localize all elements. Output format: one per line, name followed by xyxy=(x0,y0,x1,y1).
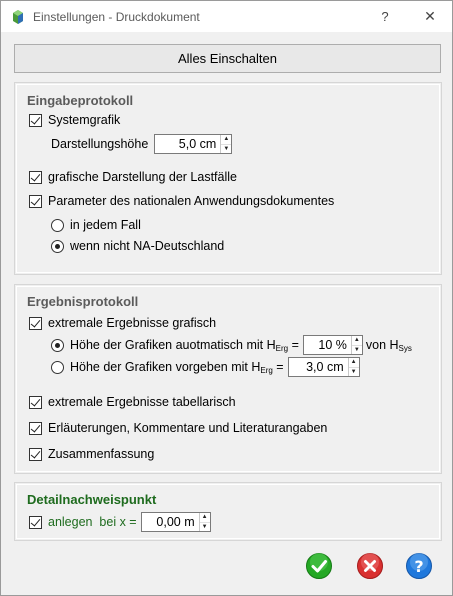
summary-option[interactable]: Zusammenfassung xyxy=(29,445,154,463)
help-button[interactable]: ? xyxy=(405,552,433,580)
fixed-height-value[interactable]: 3,0 cm xyxy=(289,358,348,376)
radio-not-na-de[interactable] xyxy=(51,239,64,253)
radio-fixed-height-label: Höhe der Grafiken vorgeben mit HErg = xyxy=(70,359,284,375)
extreme-graphic-checkbox[interactable] xyxy=(29,316,42,330)
detail-point-group: Detailnachweispunkt anlegen bei x = 0,00… xyxy=(14,482,442,541)
explanations-label: Erläuterungen, Kommentare und Literatura… xyxy=(48,421,328,435)
radio-not-na-de-option[interactable]: wenn nicht NA-Deutschland xyxy=(51,237,224,255)
detail-point-title: Detailnachweispunkt xyxy=(27,492,157,507)
enable-all-button[interactable]: Alles Einschalten xyxy=(14,44,441,73)
display-height-spinner[interactable]: 5,0 cm ▲ ▼ xyxy=(154,134,233,154)
input-protocol-group: Eingabeprotokoll Systemgrafik Darstellun… xyxy=(14,82,442,275)
display-height-value[interactable]: 5,0 cm xyxy=(155,135,220,153)
spin-up-icon[interactable]: ▲ xyxy=(352,336,362,345)
spin-down-icon[interactable]: ▼ xyxy=(199,521,210,532)
radio-auto-height-label: Höhe der Grafiken auotmatisch mit HErg = xyxy=(70,337,299,353)
settings-dialog: Einstellungen - Druckdokument ? ✕ Alles … xyxy=(0,0,453,596)
radio-always[interactable] xyxy=(51,218,64,232)
extreme-table-option[interactable]: extremale Ergebnisse tabellarisch xyxy=(29,393,236,411)
spin-down-icon[interactable]: ▼ xyxy=(221,143,232,154)
display-height-label: Darstellungshöhe xyxy=(51,137,149,151)
spin-down-icon[interactable]: ▼ xyxy=(348,366,359,377)
cancel-button[interactable] xyxy=(356,552,384,580)
cancel-x-icon xyxy=(357,553,383,579)
create-at-value[interactable]: 0,00 m xyxy=(142,513,199,531)
input-protocol-title: Eingabeprotokoll xyxy=(27,93,134,108)
explanations-checkbox[interactable] xyxy=(29,421,42,435)
summary-label: Zusammenfassung xyxy=(48,447,155,461)
extreme-table-label: extremale Ergebnisse tabellarisch xyxy=(48,395,236,409)
system-graphic-option[interactable]: Systemgrafik xyxy=(29,111,120,129)
result-protocol-title: Ergebnisprotokoll xyxy=(27,294,139,309)
auto-height-spinner[interactable]: 10 % ▲ ▼ xyxy=(302,335,363,355)
auto-height-suffix: von HSys xyxy=(365,337,412,353)
extreme-graphic-option[interactable]: extremale Ergebnisse grafisch xyxy=(29,314,216,332)
radio-fixed-height[interactable] xyxy=(51,360,64,374)
title-bar: Einstellungen - Druckdokument ? ✕ xyxy=(1,1,452,32)
window-title: Einstellungen - Druckdokument xyxy=(33,10,200,24)
spin-up-icon[interactable]: ▲ xyxy=(349,358,359,367)
spin-up-icon[interactable]: ▲ xyxy=(221,135,231,144)
close-button[interactable]: ✕ xyxy=(408,1,452,32)
radio-not-na-de-label: wenn nicht NA-Deutschland xyxy=(70,239,225,253)
display-height-row: Darstellungshöhe 5,0 cm ▲ ▼ xyxy=(51,133,233,155)
extreme-graphic-label: extremale Ergebnisse grafisch xyxy=(48,316,217,330)
radio-fixed-height-option[interactable]: Höhe der Grafiken vorgeben mit HErg = 3,… xyxy=(51,356,360,378)
auto-height-value[interactable]: 10 % xyxy=(304,336,351,354)
explanations-option[interactable]: Erläuterungen, Kommentare und Literatura… xyxy=(29,419,327,437)
national-params-label: Parameter des nationalen Anwendungsdokum… xyxy=(48,194,335,208)
system-graphic-label: Systemgrafik xyxy=(48,113,121,127)
radio-auto-height-option[interactable]: Höhe der Grafiken auotmatisch mit HErg =… xyxy=(51,334,412,356)
help-title-button[interactable]: ? xyxy=(363,1,407,32)
national-params-option[interactable]: Parameter des nationalen Anwendungsdokum… xyxy=(29,192,334,210)
create-at-spinner[interactable]: 0,00 m ▲ ▼ xyxy=(140,512,211,532)
load-cases-graphic-option[interactable]: grafische Darstellung der Lastfälle xyxy=(29,168,237,186)
load-cases-graphic-label: grafische Darstellung der Lastfälle xyxy=(48,170,237,184)
load-cases-graphic-checkbox[interactable] xyxy=(29,170,42,184)
extreme-table-checkbox[interactable] xyxy=(29,395,42,409)
spin-down-icon[interactable]: ▼ xyxy=(351,344,362,355)
question-icon: ? xyxy=(406,553,432,579)
radio-auto-height[interactable] xyxy=(51,338,64,352)
system-graphic-checkbox[interactable] xyxy=(29,113,42,127)
result-protocol-group: Ergebnisprotokoll extremale Ergebnisse g… xyxy=(14,284,442,474)
create-at-label: anlegen bei x = xyxy=(48,515,137,529)
create-at-option[interactable]: anlegen bei x = 0,00 m ▲ ▼ xyxy=(29,512,211,532)
national-params-checkbox[interactable] xyxy=(29,194,42,208)
spin-up-icon[interactable]: ▲ xyxy=(200,513,210,522)
fixed-height-spinner[interactable]: 3,0 cm ▲ ▼ xyxy=(287,357,360,377)
summary-checkbox[interactable] xyxy=(29,447,42,461)
app-icon xyxy=(13,10,23,24)
create-at-checkbox[interactable] xyxy=(29,515,42,529)
radio-always-option[interactable]: in jedem Fall xyxy=(51,216,141,234)
radio-always-label: in jedem Fall xyxy=(70,218,141,232)
svg-text:?: ? xyxy=(414,557,423,576)
ok-button[interactable] xyxy=(305,552,333,580)
checkmark-icon xyxy=(306,553,332,579)
